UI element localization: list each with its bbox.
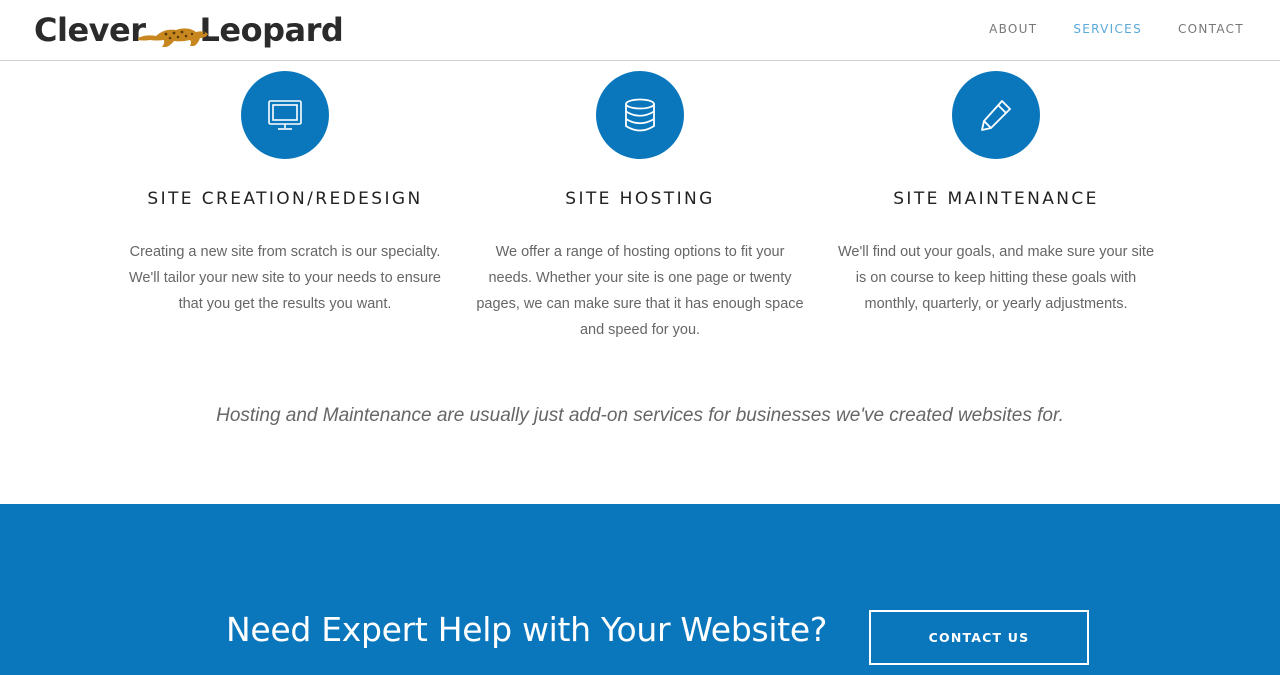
- logo-text-leopard: Leopard: [199, 11, 344, 49]
- nav-services[interactable]: SERVICES: [1073, 22, 1142, 36]
- cta-band: Need Expert Help with Your Website? CONT…: [0, 504, 1280, 675]
- services-note: Hosting and Maintenance are usually just…: [216, 405, 1064, 426]
- service-site-hosting: SITE HOSTING We offer a range of hosting…: [462, 71, 818, 343]
- cta-heading: Need Expert Help with Your Website?: [226, 610, 828, 649]
- service-title: SITE MAINTENANCE: [893, 189, 1099, 209]
- logo[interactable]: Clever Leopard: [34, 8, 344, 52]
- database-icon: [596, 71, 684, 159]
- site-header: Clever Leopard ABOUT SERVICES CONTACT: [0, 0, 1280, 61]
- service-site-creation: SITE CREATION/REDESIGN Creating a new si…: [107, 71, 463, 317]
- service-description: We offer a range of hosting options to f…: [476, 244, 804, 338]
- service-title: SITE HOSTING: [565, 189, 715, 209]
- nav-about[interactable]: ABOUT: [989, 22, 1037, 36]
- nav-contact[interactable]: CONTACT: [1178, 22, 1244, 36]
- main-nav: ABOUT SERVICES CONTACT: [953, 22, 1244, 36]
- service-description: Creating a new site from scratch is our …: [129, 244, 441, 312]
- service-title: SITE CREATION/REDESIGN: [147, 189, 423, 209]
- pencil-icon: [952, 71, 1040, 159]
- leopard-icon: [136, 14, 212, 50]
- service-site-maintenance: SITE MAINTENANCE We'll find out your goa…: [818, 71, 1174, 317]
- logo-text-clever: Clever: [34, 11, 146, 49]
- contact-us-button[interactable]: CONTACT US: [869, 610, 1089, 665]
- service-description: We'll find out your goals, and make sure…: [837, 244, 1155, 312]
- monitor-icon: [241, 71, 329, 159]
